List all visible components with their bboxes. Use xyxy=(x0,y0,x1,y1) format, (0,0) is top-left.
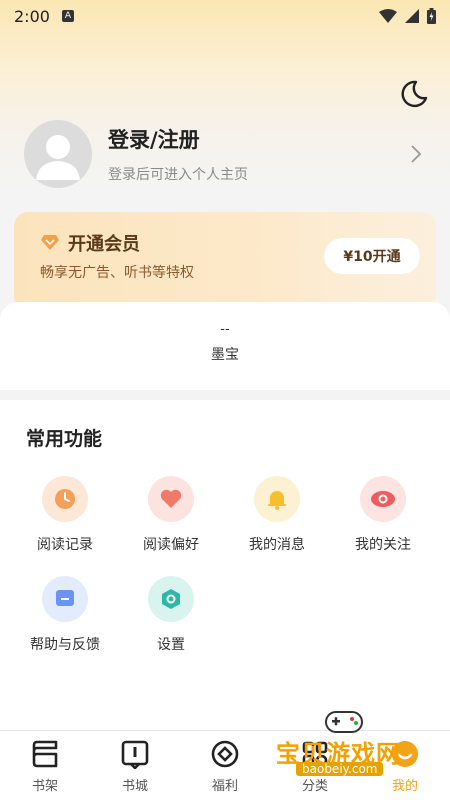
bottom-nav: 书架 书城 福利 分类 我的 xyxy=(0,730,450,800)
nav-profile[interactable]: 我的 xyxy=(360,731,450,800)
bookstore-icon xyxy=(121,740,149,769)
func-reading-preference[interactable]: 阅读偏好 xyxy=(118,476,224,566)
func-help-feedback[interactable]: 帮助与反馈 xyxy=(12,576,118,666)
nav-welfare[interactable]: 福利 xyxy=(180,731,270,800)
bell-icon xyxy=(254,476,300,522)
nav-label: 我的 xyxy=(391,779,418,794)
func-label: 帮助与反馈 xyxy=(30,637,100,653)
status-bar: 2:00 A xyxy=(0,0,450,32)
wifi-icon xyxy=(379,9,397,23)
login-subtitle: 登录后可进入个人主页 xyxy=(108,167,248,183)
coin-value: -- xyxy=(220,322,230,337)
settings-icon xyxy=(148,576,194,622)
func-label: 阅读偏好 xyxy=(143,537,199,553)
bookshelf-icon xyxy=(32,740,58,768)
vip-title: 开通会员 xyxy=(68,234,140,255)
section-title: 常用功能 xyxy=(26,428,103,450)
welfare-icon xyxy=(211,740,239,768)
battery-icon xyxy=(427,8,436,24)
nav-label: 福利 xyxy=(211,779,238,794)
avatar[interactable] xyxy=(24,120,92,188)
eye-icon xyxy=(360,476,406,522)
nav-label: 分类 xyxy=(301,779,328,794)
func-label: 我的消息 xyxy=(249,537,305,553)
profile-icon xyxy=(392,741,418,767)
chevron-right-icon[interactable] xyxy=(406,144,426,164)
nav-label: 书城 xyxy=(121,779,148,794)
message-icon xyxy=(42,576,88,622)
status-icons xyxy=(379,8,436,24)
func-label: 阅读记录 xyxy=(37,537,93,553)
clock-icon xyxy=(42,476,88,522)
signal-icon xyxy=(405,9,419,23)
nav-category[interactable]: 分类 xyxy=(270,731,360,800)
default-avatar-icon xyxy=(36,135,80,180)
nav-label: 书架 xyxy=(31,779,58,794)
nav-bookshelf[interactable]: 书架 xyxy=(0,731,90,800)
func-reading-history[interactable]: 阅读记录 xyxy=(12,476,118,566)
nav-bookstore[interactable]: 书城 xyxy=(90,731,180,800)
night-mode-icon[interactable] xyxy=(398,78,430,110)
login-register-link[interactable]: 登录/注册 xyxy=(108,124,200,154)
diamond-icon xyxy=(41,235,59,250)
func-label: 设置 xyxy=(157,637,185,653)
vip-card[interactable]: 开通会员 畅享无广告、听书等特权 ¥10开通 xyxy=(14,212,436,312)
vip-open-button[interactable]: ¥10开通 xyxy=(324,238,420,274)
coin-label: 墨宝 xyxy=(211,347,239,363)
vip-subtitle: 畅享无广告、听书等特权 xyxy=(40,265,194,281)
func-label: 我的关注 xyxy=(355,537,411,553)
status-time: 2:00 xyxy=(14,6,50,26)
notification-icon: A xyxy=(61,10,74,22)
func-settings[interactable]: 设置 xyxy=(118,576,224,666)
coin-panel[interactable]: -- 墨宝 xyxy=(0,302,450,390)
func-my-messages[interactable]: 我的消息 xyxy=(224,476,330,566)
func-my-follows[interactable]: 我的关注 xyxy=(330,476,436,566)
category-icon xyxy=(302,741,328,767)
heart-icon xyxy=(148,476,194,522)
common-functions-panel: 常用功能 阅读记录 阅读偏好 我的消息 我的关注 帮助与反馈 设置 xyxy=(0,400,450,730)
